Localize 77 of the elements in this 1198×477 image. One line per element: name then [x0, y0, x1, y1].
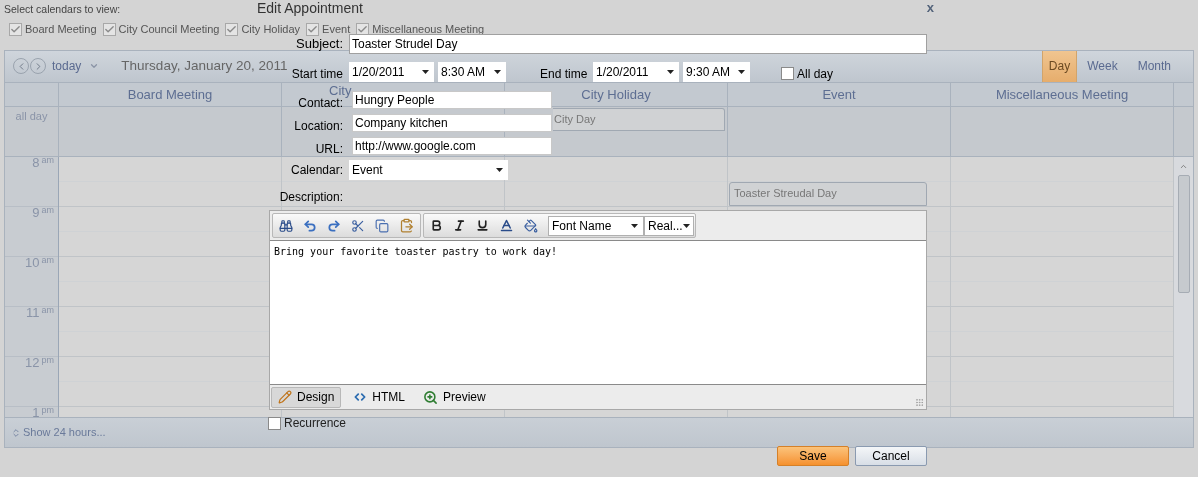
calendar-select[interactable]: Event [349, 160, 508, 180]
checkbox[interactable] [781, 67, 794, 80]
resize-grip-icon[interactable] [915, 397, 924, 407]
code-icon [353, 390, 368, 404]
cut-icon[interactable] [351, 218, 365, 233]
field-label: Location: [294, 120, 343, 132]
dialog-title: Edit Appointment [257, 0, 363, 17]
filter-label: Select calendars to view: [4, 2, 121, 17]
pencil-icon [278, 390, 292, 404]
calendar-filter-label: City Council Meeting [118, 22, 220, 37]
scrollbar[interactable] [1174, 157, 1193, 418]
checkbox[interactable] [306, 22, 320, 36]
start-time-select[interactable]: 8:30 AM [438, 62, 506, 82]
start-date-select[interactable]: 1/20/2011 [349, 62, 434, 82]
field-label: Subject: [295, 35, 343, 54]
field-label: End time [540, 65, 589, 83]
checkbox[interactable] [102, 22, 116, 36]
all-day-label: All day [797, 65, 834, 83]
field-label: Contact: [298, 97, 343, 109]
editor-content[interactable]: Bring your favorite toaster pastry to work day! [270, 240, 926, 385]
dropdown-arrow-icon [667, 70, 674, 74]
current-date: Thursday, January 20, 2011 [121, 57, 288, 76]
column-header: Miscellaneous Meeting [995, 87, 1129, 101]
calendar-filter-label: City Holiday [241, 22, 301, 37]
close-button[interactable]: x [926, 0, 934, 15]
checkbox[interactable] [9, 22, 22, 36]
font-name-select[interactable]: Font Name [548, 215, 644, 236]
paste-icon[interactable] [399, 218, 414, 233]
calendar-filter-label: Miscellaneous Meeting [372, 22, 485, 37]
dropdown-arrow-icon [422, 70, 429, 74]
dropdown-arrow-icon [494, 70, 501, 74]
column-header: Event [822, 87, 856, 101]
text-field[interactable]: http://www.google.com [352, 137, 552, 155]
paint-bucket-icon[interactable] [524, 218, 538, 233]
redo-icon[interactable] [327, 218, 341, 233]
end-date-select[interactable]: 1/20/2011 [593, 62, 679, 82]
dropdown-arrow-icon [496, 168, 503, 172]
recurrence-label: Recurrence [284, 415, 347, 432]
text-field[interactable]: Hungry People [352, 91, 552, 109]
copy-icon[interactable] [375, 218, 389, 233]
field-label: Start time [291, 65, 343, 83]
column-header: Board Meeting [127, 87, 213, 101]
dropdown-arrow-icon [738, 70, 745, 74]
dropdown-arrow-icon [631, 223, 638, 228]
all-day-label: all day [5, 106, 59, 157]
bold-icon[interactable] [430, 219, 443, 232]
hour-label: 1$^{pm}$ [32, 407, 54, 418]
view-tab[interactable]: Day [1041, 51, 1078, 82]
column-header: City Holiday [581, 87, 651, 101]
hour-label: 12$^{pm}$ [25, 357, 54, 369]
editor-mode-tab[interactable]: HTML [347, 386, 412, 408]
field-label: URL: [315, 143, 343, 155]
subject-field[interactable]: Toaster Strudel Day [349, 34, 927, 54]
dropdown-arrow-icon [682, 223, 690, 228]
view-tab[interactable]: Month [1127, 51, 1181, 82]
save-button[interactable]: Save [777, 446, 849, 466]
column-header: City [329, 83, 352, 97]
end-time-select[interactable]: 9:30 AM [683, 62, 750, 82]
today-button[interactable]: today [52, 57, 82, 76]
find-icon[interactable] [279, 218, 293, 233]
view-tab[interactable]: Week [1077, 51, 1128, 82]
font-color-icon[interactable] [499, 218, 514, 233]
field-label: Calendar: [289, 162, 343, 179]
italic-icon[interactable] [453, 219, 466, 232]
expand-icon [11, 427, 21, 438]
calendar-filter-label: Board Meeting [25, 22, 97, 37]
calendar-filter-label: Event [322, 22, 351, 37]
magnifier-icon [423, 389, 439, 405]
cancel-button[interactable]: Cancel [855, 446, 927, 466]
field-label: Description: [278, 190, 343, 204]
underline-icon[interactable] [476, 219, 489, 232]
font-size-select[interactable]: Real... [644, 215, 694, 236]
editor-mode-tab[interactable]: Design [271, 386, 342, 408]
text-field[interactable]: Company kitchen [352, 114, 552, 132]
undo-icon[interactable] [303, 218, 317, 233]
editor-mode-tab[interactable]: Preview [417, 386, 492, 408]
checkbox[interactable] [225, 22, 239, 36]
